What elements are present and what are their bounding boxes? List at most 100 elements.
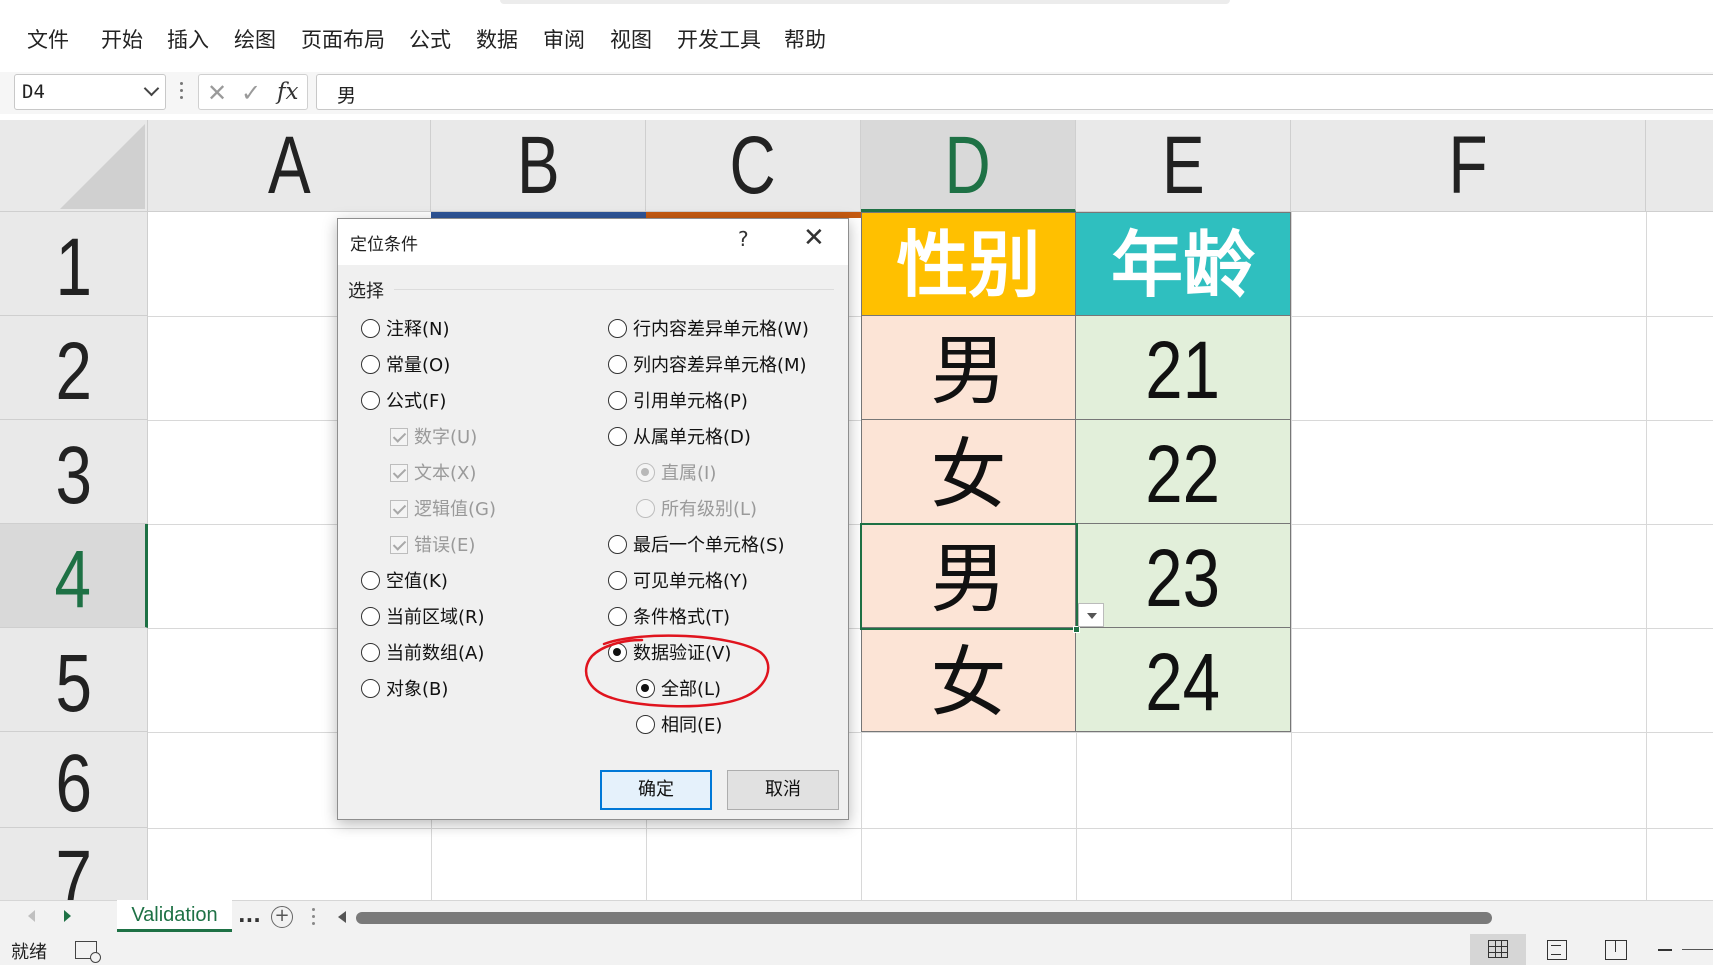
checkbox-icon[interactable]	[390, 536, 408, 554]
fill-handle[interactable]	[1073, 626, 1080, 633]
zoom-out-icon[interactable]	[1658, 949, 1672, 951]
formula-bar-grip-icon[interactable]	[180, 80, 184, 102]
close-icon[interactable]: ✕	[803, 223, 825, 253]
cancel-entry-icon[interactable]: ✕	[207, 79, 227, 107]
option-validation-all[interactable]: 全部(L)	[636, 675, 721, 701]
radio-icon[interactable]	[636, 499, 655, 518]
menu-file[interactable]: 文件	[27, 24, 69, 54]
row-header-6[interactable]: 6	[0, 732, 148, 829]
column-header-c[interactable]: C	[646, 120, 861, 212]
help-icon[interactable]: ?	[738, 227, 749, 251]
radio-icon[interactable]	[608, 391, 627, 410]
menu-data[interactable]: 数据	[476, 24, 518, 54]
option-column-differences[interactable]: 列内容差异单元格(M)	[608, 351, 807, 377]
menu-view[interactable]: 视图	[610, 24, 652, 54]
cell-e1-header[interactable]: 年龄	[1076, 212, 1291, 316]
ok-button[interactable]: 确定	[600, 770, 712, 810]
menu-formulas[interactable]: 公式	[409, 24, 451, 54]
option-direct-only[interactable]: 直属(I)	[636, 459, 716, 485]
option-validation-same[interactable]: 相同(E)	[636, 711, 722, 737]
chevron-down-icon[interactable]	[143, 80, 160, 97]
option-current-array[interactable]: 当前数组(A)	[361, 639, 484, 665]
macro-record-icon[interactable]	[75, 941, 101, 963]
validation-dropdown-button[interactable]	[1078, 603, 1104, 627]
normal-view-button[interactable]	[1470, 934, 1526, 965]
option-errors[interactable]: 错误(E)	[390, 531, 475, 557]
horizontal-scrollbar-thumb[interactable]	[356, 912, 1492, 924]
column-header-f[interactable]: F	[1291, 120, 1646, 212]
row-header-5[interactable]: 5	[0, 628, 148, 732]
checkbox-icon[interactable]	[390, 464, 408, 482]
tab-split-handle-icon[interactable]	[312, 908, 316, 928]
radio-icon[interactable]	[636, 715, 655, 734]
radio-icon[interactable]	[608, 535, 627, 554]
scroll-left-icon[interactable]	[338, 911, 346, 923]
radio-icon[interactable]	[361, 679, 380, 698]
row-header-1[interactable]: 1	[0, 212, 148, 316]
row-header-3[interactable]: 3	[0, 420, 148, 524]
option-text[interactable]: 文本(X)	[390, 459, 476, 485]
radio-icon[interactable]	[608, 607, 627, 626]
option-row-differences[interactable]: 行内容差异单元格(W)	[608, 315, 809, 341]
option-objects[interactable]: 对象(B)	[361, 675, 448, 701]
next-sheet-icon[interactable]	[64, 910, 71, 922]
cell-d3[interactable]: 女	[861, 420, 1076, 524]
radio-icon[interactable]	[608, 427, 627, 446]
cell-e2[interactable]: 21	[1076, 316, 1291, 420]
page-layout-view-icon[interactable]	[1547, 940, 1567, 960]
column-header-d[interactable]: D	[861, 120, 1076, 212]
column-header-g[interactable]	[1646, 120, 1713, 212]
formula-input[interactable]: 男	[316, 74, 1713, 110]
menu-draw[interactable]: 绘图	[234, 24, 276, 54]
cell-e5[interactable]: 24	[1076, 628, 1291, 732]
page-break-view-icon[interactable]	[1605, 940, 1627, 960]
radio-icon[interactable]	[608, 571, 627, 590]
option-all-levels[interactable]: 所有级别(L)	[636, 495, 757, 521]
cell-e4[interactable]: 23	[1076, 524, 1291, 628]
cell-e3[interactable]: 22	[1076, 420, 1291, 524]
name-box[interactable]: D4	[14, 74, 166, 110]
option-blanks[interactable]: 空值(K)	[361, 567, 448, 593]
confirm-entry-icon[interactable]: ✓	[241, 79, 261, 107]
menu-help[interactable]: 帮助	[784, 24, 826, 54]
insert-function-icon[interactable]: fx	[277, 79, 298, 105]
radio-icon[interactable]	[361, 607, 380, 626]
zoom-slider[interactable]	[1682, 949, 1713, 950]
menu-page-layout[interactable]: 页面布局	[301, 24, 385, 54]
menu-developer[interactable]: 开发工具	[677, 24, 761, 54]
option-visible-cells[interactable]: 可见单元格(Y)	[608, 567, 748, 593]
checkbox-icon[interactable]	[390, 500, 408, 518]
option-data-validation[interactable]: 数据验证(V)	[608, 639, 731, 665]
option-constants[interactable]: 常量(O)	[361, 351, 450, 377]
cell-d2[interactable]: 男	[861, 316, 1076, 420]
radio-icon[interactable]	[361, 319, 380, 338]
radio-icon[interactable]	[361, 355, 380, 374]
radio-icon[interactable]	[608, 319, 627, 338]
radio-icon[interactable]	[361, 571, 380, 590]
column-header-e[interactable]: E	[1076, 120, 1291, 212]
option-formulas[interactable]: 公式(F)	[361, 387, 446, 413]
option-last-cell[interactable]: 最后一个单元格(S)	[608, 531, 784, 557]
cell-d5[interactable]: 女	[861, 628, 1076, 732]
menu-insert[interactable]: 插入	[167, 24, 209, 54]
radio-icon[interactable]	[636, 679, 655, 698]
add-sheet-icon[interactable]: +	[271, 906, 293, 928]
radio-icon[interactable]	[361, 643, 380, 662]
radio-icon[interactable]	[636, 463, 655, 482]
prev-sheet-icon[interactable]	[28, 910, 35, 922]
option-conditional-formats[interactable]: 条件格式(T)	[608, 603, 730, 629]
option-numbers[interactable]: 数字(U)	[390, 423, 477, 449]
cancel-button[interactable]: 取消	[727, 770, 839, 810]
option-current-region[interactable]: 当前区域(R)	[361, 603, 485, 629]
menu-review[interactable]: 审阅	[543, 24, 585, 54]
sheet-tab-validation[interactable]: Validation	[117, 900, 232, 932]
column-header-b[interactable]: B	[431, 120, 646, 212]
option-logicals[interactable]: 逻辑值(G)	[390, 495, 496, 521]
row-header-2[interactable]: 2	[0, 316, 148, 420]
option-comments[interactable]: 注释(N)	[361, 315, 450, 341]
menu-home[interactable]: 开始	[101, 24, 143, 54]
row-header-7[interactable]: 7	[0, 828, 148, 900]
column-header-a[interactable]: A	[148, 120, 431, 212]
radio-icon[interactable]	[608, 355, 627, 374]
radio-icon[interactable]	[608, 643, 627, 662]
